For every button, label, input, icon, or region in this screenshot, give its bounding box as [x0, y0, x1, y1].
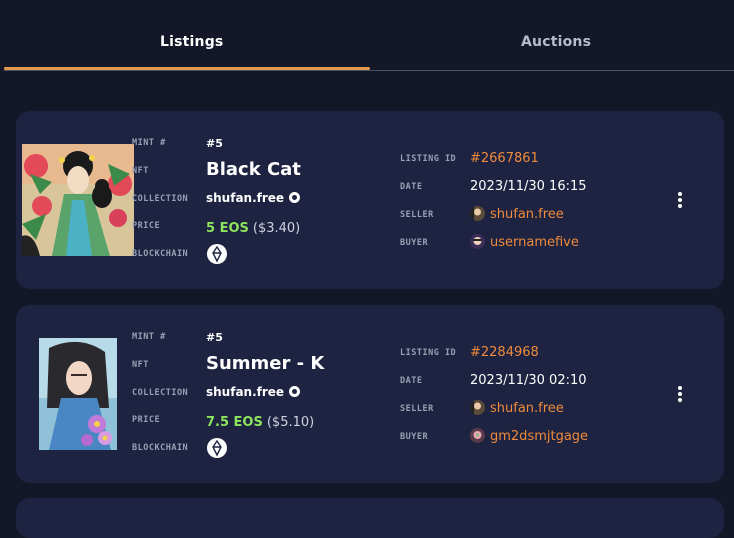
- buyer-link[interactable]: usernamefive: [470, 234, 579, 250]
- more-options-icon[interactable]: [678, 386, 682, 404]
- mint-label: MINT #: [132, 138, 166, 148]
- price-label: PRICE: [132, 415, 161, 425]
- buyer-avatar: [470, 234, 485, 249]
- listing-id-label: LISTING ID: [400, 348, 457, 358]
- seller-name: shufan.free: [490, 207, 564, 222]
- nft-thumbnail[interactable]: [39, 338, 117, 450]
- blockchain-label: BLOCKCHAIN: [132, 249, 189, 259]
- verified-badge-icon: [289, 192, 301, 203]
- seller-label: SELLER: [400, 210, 434, 220]
- price-label: PRICE: [132, 221, 161, 231]
- collection-label: COLLECTION: [132, 388, 189, 398]
- date-label: DATE: [400, 376, 423, 386]
- listing-id-link[interactable]: #2667861: [470, 151, 539, 166]
- more-options-icon[interactable]: [678, 192, 682, 210]
- listing-card: [16, 498, 724, 538]
- eos-icon: [207, 244, 227, 264]
- nft-artwork-image: [39, 338, 117, 450]
- eos-icon: [207, 438, 227, 458]
- tab-divider: [4, 70, 734, 71]
- nft-label: NFT: [132, 166, 149, 176]
- seller-link[interactable]: shufan.free: [470, 400, 564, 416]
- price-usd: ($3.40): [252, 221, 301, 236]
- seller-avatar: [470, 206, 485, 221]
- price-value: 7.5 EOS ($5.10): [206, 411, 314, 430]
- active-tab-indicator: [4, 67, 370, 70]
- mint-value: #5: [206, 137, 223, 150]
- listing-card: MINT # #5 NFT Black Cat COLLECTION shufa…: [16, 111, 724, 289]
- buyer-name: gm2dsmjtgage: [490, 429, 589, 444]
- date-value: 2023/11/30 16:15: [470, 179, 587, 194]
- seller-name: shufan.free: [490, 401, 564, 416]
- listing-id-label: LISTING ID: [400, 154, 457, 164]
- nft-name[interactable]: Black Cat: [206, 159, 301, 180]
- buyer-label: BUYER: [400, 238, 429, 248]
- blockchain-label: BLOCKCHAIN: [132, 443, 189, 453]
- nft-thumbnail[interactable]: [22, 144, 134, 256]
- buyer-link[interactable]: gm2dsmjtgage: [470, 428, 588, 444]
- nft-label: NFT: [132, 360, 149, 370]
- nft-name[interactable]: Summer - K: [206, 353, 324, 374]
- price-usd: ($5.10): [266, 415, 315, 430]
- tab-listings[interactable]: Listings: [160, 34, 223, 50]
- seller-avatar: [470, 400, 485, 415]
- price-eos: 7.5 EOS: [206, 415, 263, 430]
- price-value: 5 EOS ($3.40): [206, 217, 300, 236]
- price-eos: 5 EOS: [206, 221, 249, 236]
- tab-auctions[interactable]: Auctions: [521, 34, 591, 50]
- collection-value[interactable]: shufan.free: [206, 191, 301, 205]
- seller-label: SELLER: [400, 404, 434, 414]
- collection-name: shufan.free: [206, 385, 285, 399]
- collection-label: COLLECTION: [132, 194, 189, 204]
- buyer-label: BUYER: [400, 432, 429, 442]
- buyer-avatar: [470, 428, 485, 443]
- verified-badge-icon: [289, 386, 301, 397]
- mint-label: MINT #: [132, 332, 166, 342]
- date-value: 2023/11/30 02:10: [470, 373, 587, 388]
- nft-artwork-image: [22, 144, 134, 256]
- buyer-name: usernamefive: [490, 235, 579, 250]
- mint-value: #5: [206, 331, 223, 344]
- date-label: DATE: [400, 182, 423, 192]
- seller-link[interactable]: shufan.free: [470, 206, 564, 222]
- listing-card: MINT # #5 NFT Summer - K COLLECTION shuf…: [16, 305, 724, 483]
- listing-id-link[interactable]: #2284968: [470, 345, 539, 360]
- collection-value[interactable]: shufan.free: [206, 385, 301, 399]
- tab-bar: Listings Auctions: [0, 0, 734, 72]
- collection-name: shufan.free: [206, 191, 285, 205]
